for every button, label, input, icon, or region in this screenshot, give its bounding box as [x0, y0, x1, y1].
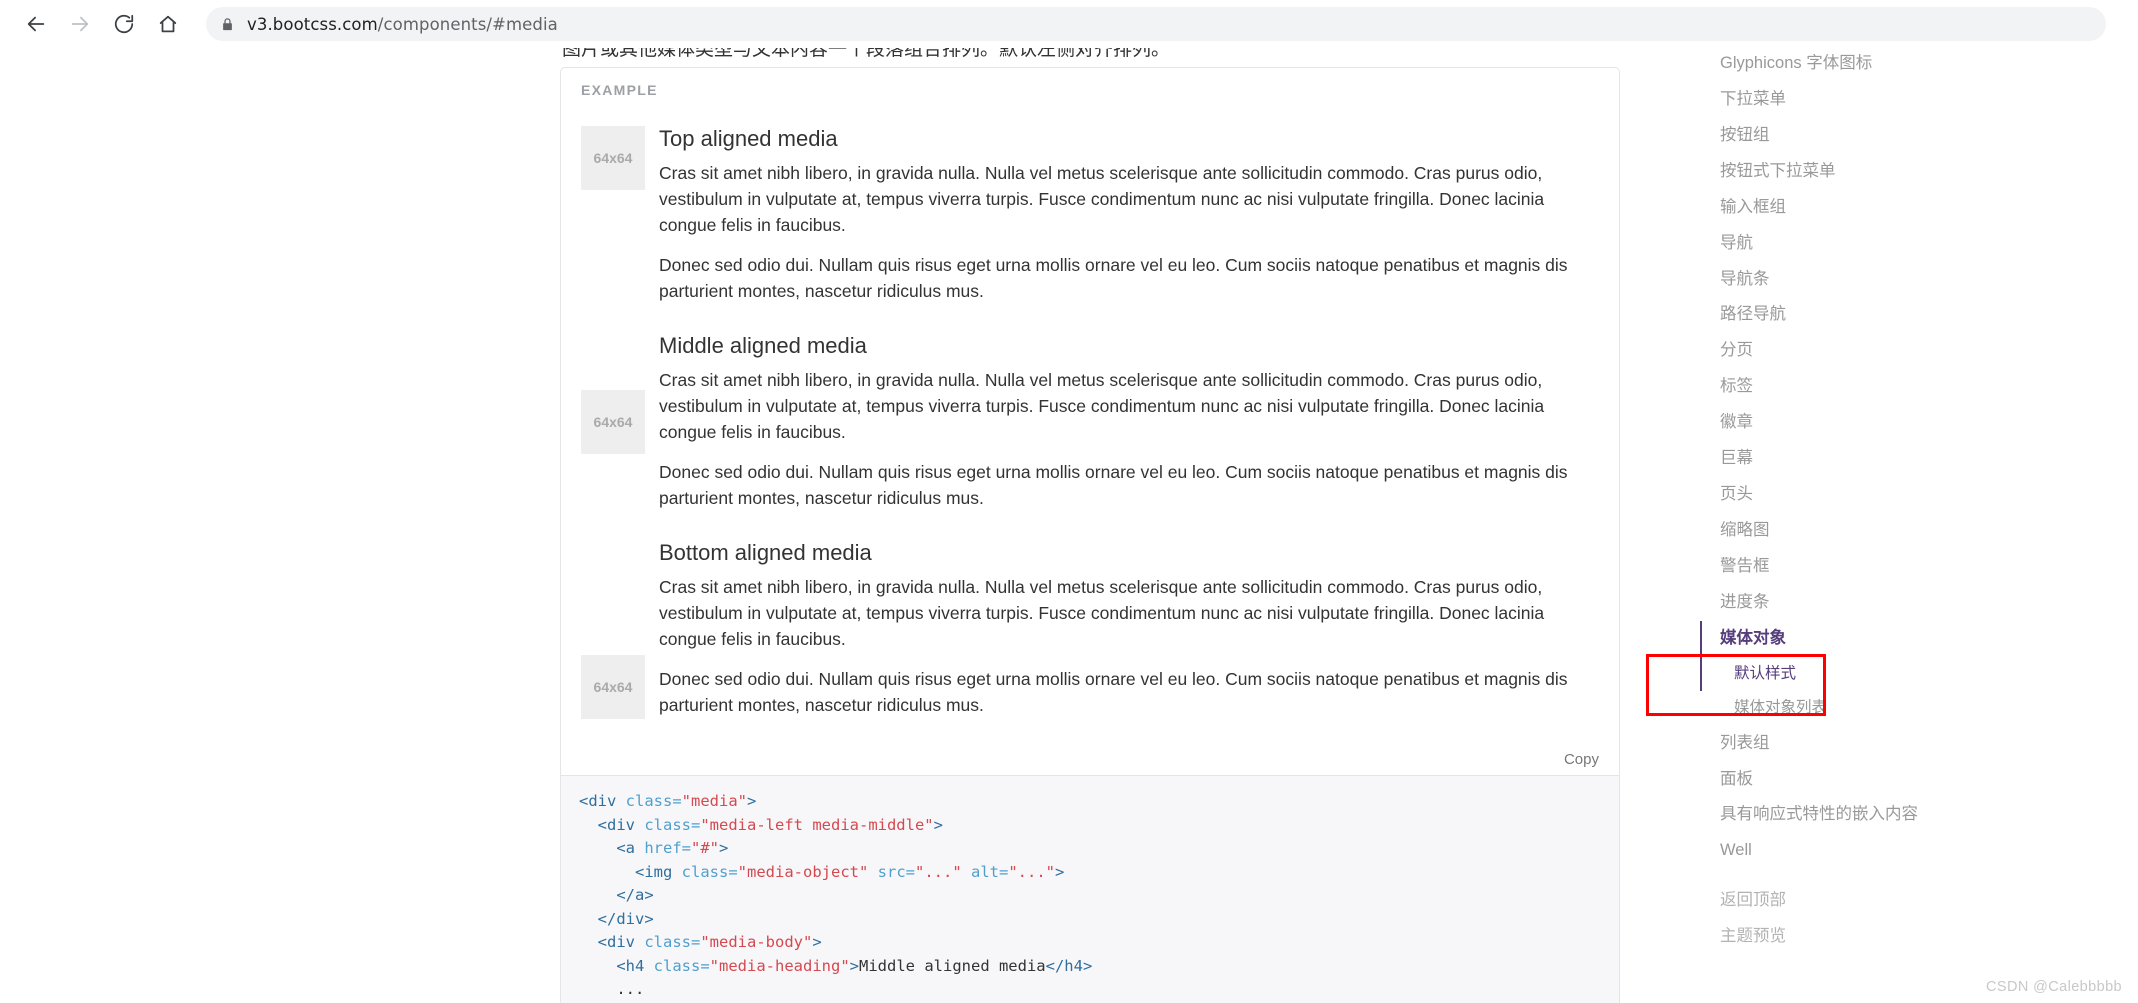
sidebar-item-25[interactable]: 主题预览 [1700, 919, 2120, 955]
sidebar-item-13[interactable]: 缩略图 [1700, 513, 2120, 549]
lock-icon [220, 16, 235, 33]
media-paragraph-1: Cras sit amet nibh libero, in gravida nu… [659, 163, 1545, 236]
media-paragraph-1: Cras sit amet nibh libero, in gravida nu… [659, 577, 1545, 649]
content-edge [1621, 67, 1622, 1003]
reload-icon [113, 13, 135, 35]
sidebar-item-4[interactable]: 输入框组 [1700, 190, 2120, 226]
example-label: EXAMPLE [581, 82, 658, 98]
media-heading: Bottom aligned media [659, 539, 872, 565]
url-host: v3.bootcss.com [247, 14, 378, 34]
sidebar-item-20[interactable]: 面板 [1700, 762, 2120, 798]
url-text: v3.bootcss.com/components/#media [247, 15, 558, 34]
sidebar-item-6[interactable]: 导航条 [1700, 262, 2120, 298]
sidebar-item-15[interactable]: 进度条 [1700, 585, 2120, 621]
code-snippet: <div class="media"> <div class="media-le… [561, 776, 1619, 1003]
media-body: Bottom aligned media Cras sit amet nibh … [659, 540, 1599, 719]
back-button[interactable] [14, 2, 58, 46]
sidebar-item-11[interactable]: 巨幕 [1700, 441, 2120, 477]
media-heading: Middle aligned media [659, 332, 867, 358]
sidebar-item-22[interactable]: Well [1700, 833, 2120, 869]
media-paragraph-2: Donec sed odio dui. Nullam quis risus eg… [659, 461, 1568, 508]
docs-container: 图片或其他媒体类型与文本内容一个段落组合排列。默认左侧对齐排列。 EXAMPLE… [0, 46, 2138, 1003]
media-object-bottom: 64x64 Bottom aligned media Cras sit amet… [581, 540, 1599, 719]
sidebar-item-18[interactable]: 媒体对象列表 [1700, 691, 2120, 725]
url-path: /components/#media [377, 14, 558, 34]
sidebar-item-8[interactable]: 分页 [1700, 333, 2120, 369]
media-thumbnail[interactable]: 64x64 [581, 126, 645, 190]
media-thumbnail[interactable]: 64x64 [581, 390, 645, 455]
address-bar[interactable]: v3.bootcss.com/components/#media [206, 7, 2106, 41]
sidebar-item-9[interactable]: 标签 [1700, 369, 2120, 405]
sidebar-item-3[interactable]: 按钮式下拉菜单 [1700, 154, 2120, 190]
back-arrow-icon [25, 13, 47, 35]
home-icon [157, 13, 179, 35]
sidebar-item-12[interactable]: 页头 [1700, 477, 2120, 513]
media-paragraph-1: Cras sit amet nibh libero, in gravida nu… [659, 370, 1545, 443]
sidebar-item-21[interactable]: 具有响应式特性的嵌入内容 [1700, 797, 2120, 833]
forward-button[interactable] [58, 2, 102, 46]
media-paragraph-2: Donec sed odio dui. Nullam quis risus eg… [659, 668, 1568, 715]
sidebar-item-24[interactable]: 返回顶部 [1700, 883, 2120, 919]
sidebar-item-17[interactable]: 默认样式 [1700, 656, 2120, 692]
copy-row: Copy [561, 746, 1619, 776]
sidebar-item-7[interactable]: 路径导航 [1700, 297, 2120, 333]
watermark: CSDN @Calebbbbb [1986, 979, 2122, 995]
sidebar-item-0[interactable]: Glyphicons 字体图标 [1700, 46, 2120, 82]
sidebar-item-5[interactable]: 导航 [1700, 226, 2120, 262]
code-highlight-panel: Copy <div class="media"> <div class="med… [560, 746, 1620, 1003]
sidebar-item-14[interactable]: 警告框 [1700, 549, 2120, 585]
media-thumbnail[interactable]: 64x64 [581, 654, 645, 719]
sidebar-item-19[interactable]: 列表组 [1700, 726, 2120, 762]
media-body: Top aligned media Cras sit amet nibh lib… [659, 126, 1599, 305]
media-paragraph-2: Donec sed odio dui. Nullam quis risus eg… [659, 255, 1568, 301]
media-object-middle: 64x64 Middle aligned media Cras sit amet… [581, 333, 1599, 512]
clipped-intro-paragraph: 图片或其他媒体类型与文本内容一个段落组合排列。默认左侧对齐排列。 [562, 46, 1171, 60]
sidebar-item-2[interactable]: 按钮组 [1700, 118, 2120, 154]
media-body: Middle aligned media Cras sit amet nibh … [659, 333, 1599, 512]
example-panel: EXAMPLE 64x64 Top aligned media Cras sit… [560, 67, 1620, 747]
docs-sidebar-nav: Glyphicons 字体图标 下拉菜单 按钮组 按钮式下拉菜单 输入框组 导航 导航条 路径… [1700, 46, 2120, 955]
page-viewport: 图片或其他媒体类型与文本内容一个段落组合排列。默认左侧对齐排列。 EXAMPLE… [0, 46, 2138, 1003]
sidebar-item-10[interactable]: 徽章 [1700, 405, 2120, 441]
media-heading: Top aligned media [659, 126, 838, 151]
sidebar-separator [1700, 869, 2120, 883]
copy-button[interactable]: Copy [1558, 750, 1605, 769]
sidebar-item-1[interactable]: 下拉菜单 [1700, 82, 2120, 118]
sidebar-item-16[interactable]: 媒体对象 [1700, 620, 2120, 657]
media-object-top: 64x64 Top aligned media Cras sit amet ni… [581, 126, 1599, 305]
home-button[interactable] [146, 2, 190, 46]
browser-toolbar: v3.bootcss.com/components/#media [0, 0, 2138, 48]
forward-arrow-icon [69, 13, 91, 35]
reload-button[interactable] [102, 2, 146, 46]
